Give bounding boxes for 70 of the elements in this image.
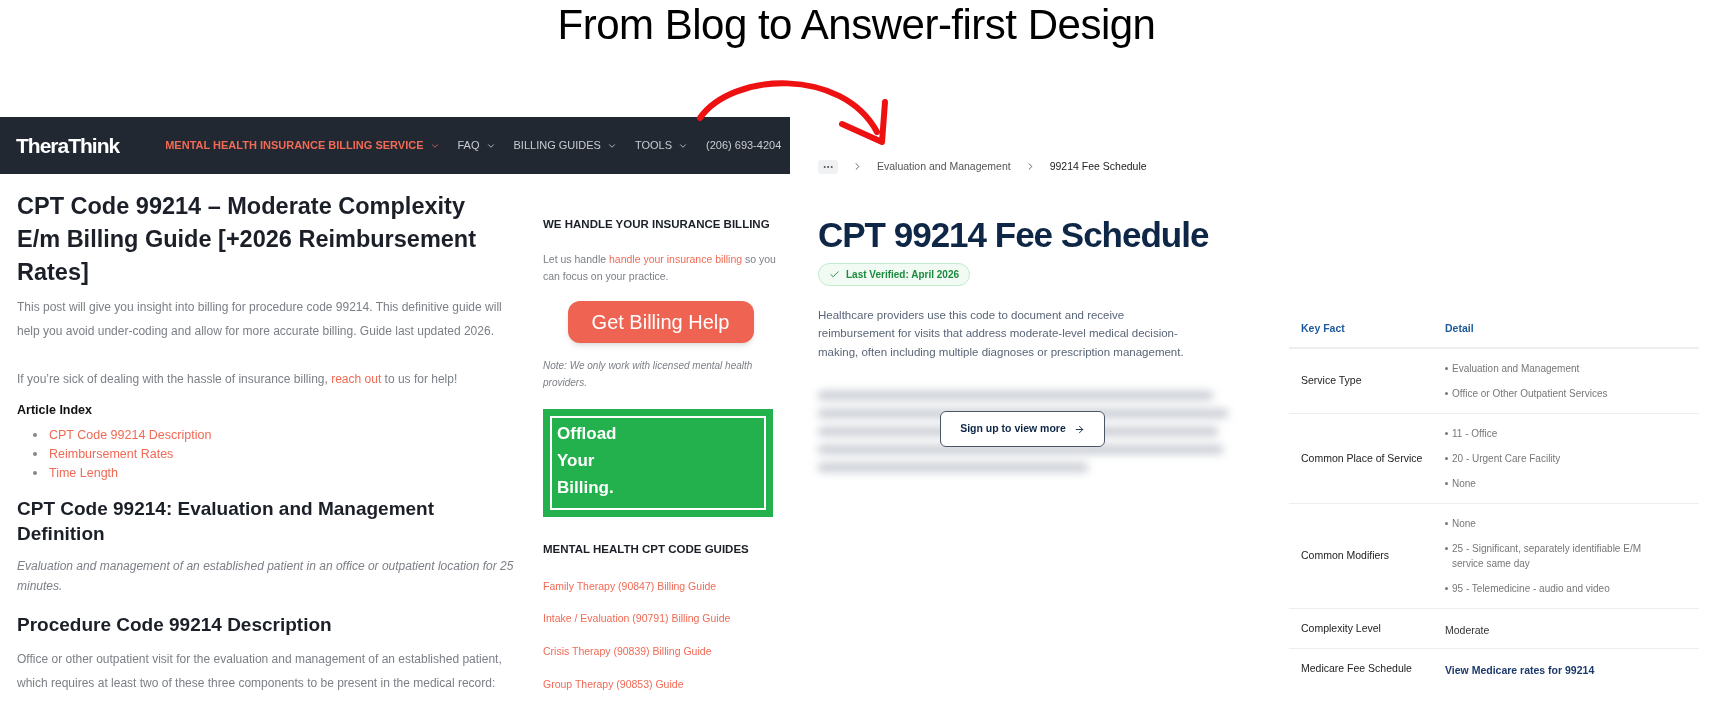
bullet-icon — [1445, 432, 1448, 435]
key-fact-cell-text: Common Place of Service — [1300, 450, 1424, 466]
site-logo[interactable]: TheraThink — [16, 129, 120, 162]
intro-paragraph: This post will give you insight into billing for procedure code 99214. This definitive guide will help you avoid under-coding and allow for more accurate billing. Guide last updated 2026. — [17, 299, 503, 340]
guide-link[interactable]: Crisis Therapy (90839) Billing Guide — [543, 644, 778, 660]
bullet-icon — [1445, 392, 1448, 395]
nav-link[interactable]: (206) 693-4204 — [706, 137, 782, 154]
index-link[interactable]: CPT Code 99214 Description — [49, 425, 212, 444]
column-header: Detail — [1445, 320, 1474, 336]
article-title: CPT Code 99214 – Moderate Complexity E/m Billing Guide [+2026 Reimbursement Rates] — [17, 192, 478, 287]
help-paragraph: If you’re sick of dealing with the hassle of insurance billing, reach out to us for help! — [17, 371, 459, 388]
bullet-icon — [1445, 482, 1448, 485]
nav-link[interactable]: TOOLS — [634, 137, 689, 154]
breadcrumb-link[interactable]: 99214 Fee Schedule — [1049, 159, 1147, 175]
more-button[interactable] — [818, 159, 838, 174]
sidebar-heading: MENTAL HEALTH CPT CODE GUIDES — [543, 542, 750, 558]
detail-item: 20 - Urgent Care Facility — [1452, 452, 1561, 466]
bullet-icon — [1445, 522, 1448, 525]
billing-link[interactable]: handle your insurance billing — [609, 253, 743, 266]
description-paragraph: Office or other outpatient visit for the evaluation and management of an established patient, which requires at least two of these three components to be present in the medical record: — [17, 650, 503, 692]
index-link[interactable]: Reimbursement Rates — [49, 444, 174, 463]
bullet-icon — [33, 451, 37, 456]
sidebar-text: Let us handle handle your insurance billing so you can focus on your practice. — [543, 252, 777, 285]
get-billing-help-button[interactable]: Get Billing Help — [567, 301, 754, 344]
bullet-icon — [1445, 587, 1448, 590]
page-title: CPT 99214 Fee Schedule — [818, 214, 1210, 255]
detail-item: Evaluation and Management — [1452, 362, 1580, 376]
index-link[interactable]: Time Length — [49, 463, 119, 482]
key-fact-cell-text: Common Modifiers — [1300, 548, 1391, 564]
medicare-rates-link[interactable]: View Medicare rates for 99214 — [1445, 664, 1595, 676]
reach-out-link[interactable]: reach out — [331, 372, 382, 386]
bullet-icon — [33, 470, 37, 475]
detail-item: None — [1452, 477, 1476, 491]
guide-link[interactable]: Group Therapy (90853) Guide — [543, 676, 778, 693]
section-heading: CPT Code 99214: Evaluation and Management Definition — [17, 496, 436, 546]
nav-link[interactable]: BILLING GUIDES — [513, 137, 617, 154]
sidebar-note: Note: We only work with licensed mental health providers. — [543, 359, 754, 391]
section-heading: Procedure Code 99214 Description — [17, 612, 333, 637]
breadcrumb-link[interactable]: Evaluation and Management — [877, 159, 1011, 175]
verified-badge: Last Verified: April 2026 — [818, 262, 970, 286]
detail-item: 11 - Office — [1452, 427, 1498, 441]
arrow-right-icon — [1073, 423, 1085, 435]
banner-text: Offload — [557, 423, 618, 446]
bullet-icon — [1445, 367, 1448, 370]
sidebar-heading: WE HANDLE YOUR INSURANCE BILLING — [543, 217, 771, 232]
bullet-icon — [33, 432, 37, 437]
definition-paragraph: Evaluation and management of an established patient in an office or outpatient location for 25 minutes. — [17, 557, 515, 595]
detail-item: Office or Other Outpatient Services — [1452, 387, 1608, 401]
guide-link[interactable]: Family Therapy (90847) Billing Guide — [543, 578, 778, 595]
banner-text: Billing. — [557, 477, 615, 500]
column-header: Key Fact — [1300, 320, 1346, 336]
bullet-icon — [1445, 547, 1448, 550]
index-heading: Article Index — [17, 402, 94, 419]
table-cell: Moderate — [1445, 623, 1490, 636]
check-icon — [829, 268, 840, 280]
key-fact-cell-text: Medicare Fee Schedule — [1300, 661, 1413, 677]
summary-paragraph: Healthcare providers use this code to document and receive reimbursement for visits that address moderate-level medical decision-making, often including multiple diagnoses or prescription management. — [818, 307, 1185, 360]
detail-item: 95 - Telemedicine - audio and video — [1452, 582, 1610, 596]
nav-link[interactable]: FAQ — [457, 137, 496, 154]
key-fact-cell-text: Service Type — [1300, 373, 1363, 389]
guide-link[interactable]: Intake / Evaluation (90791) Billing Guide — [543, 611, 778, 627]
banner-text: Your — [557, 450, 596, 473]
detail-item: 25 - Significant, separately identifiable E/M service same day — [1452, 542, 1642, 571]
sign-up-button[interactable]: Sign up to view more — [940, 411, 1105, 448]
headline: From Blog to Answer-first Design — [557, 0, 1156, 50]
key-fact-cell-text: Complexity Level — [1300, 620, 1382, 636]
nav-link[interactable]: MENTAL HEALTH INSURANCE BILLING SERVICE — [165, 137, 440, 154]
detail-item: None — [1452, 517, 1476, 531]
offload-banner[interactable]: Offload Your Billing. — [543, 409, 773, 518]
bullet-icon — [1445, 457, 1448, 460]
